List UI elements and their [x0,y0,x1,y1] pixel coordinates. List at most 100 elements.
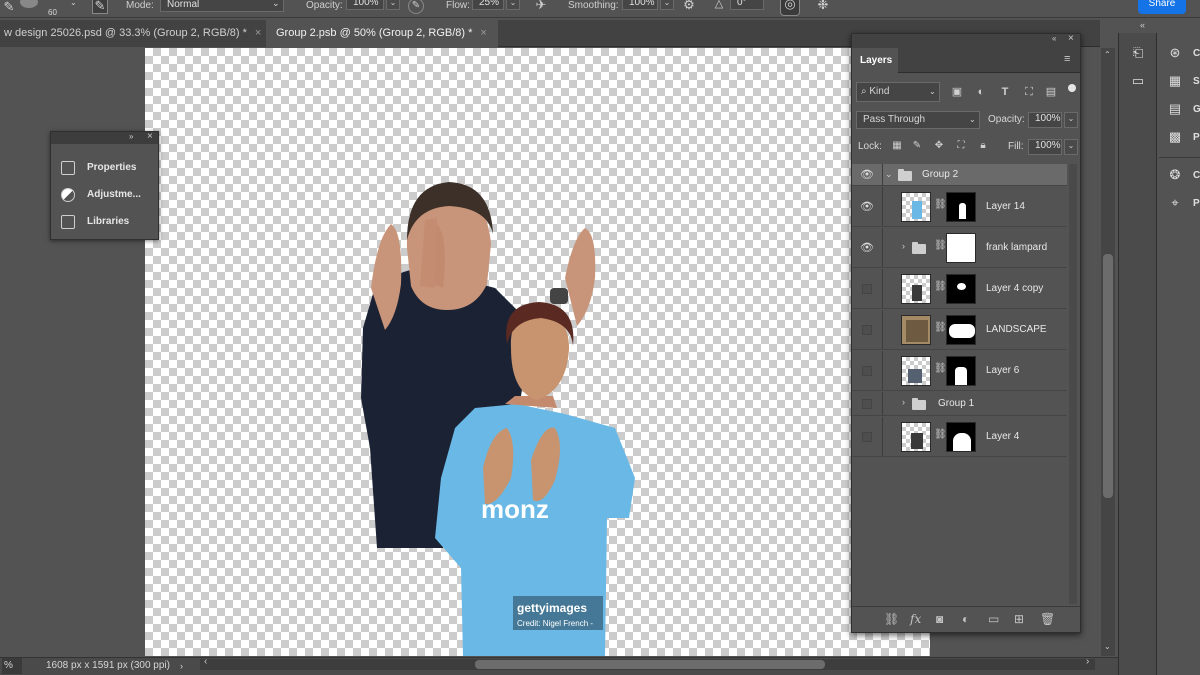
horizontal-scroll-thumb[interactable] [475,660,825,669]
swatches-icon[interactable]: ▦ [1167,73,1183,89]
scroll-right-icon[interactable]: › [1086,656,1089,667]
smoothing-dropdown-icon[interactable]: ⌄ [660,0,674,10]
layer-row-frank-lampard[interactable]: 👁︎ › ⛓︎ frank lampard [852,228,1067,268]
layer-mask-thumbnail[interactable] [946,192,976,222]
opacity-dropdown-icon[interactable]: ⌄ [1064,112,1078,128]
status-menu-icon[interactable]: › [180,658,183,674]
link-layers-icon[interactable]: ⛓︎ [884,612,899,626]
new-adjustment-icon[interactable]: ◐ [962,612,969,626]
collapse-panels-icon[interactable]: « [1140,20,1154,32]
flow-field[interactable]: 25% [472,0,504,10]
brush-size-dropdown-icon[interactable]: ⌄ [70,0,77,7]
link-icon[interactable]: ⛓︎ [934,199,947,210]
chevron-down-icon[interactable]: ⌄ [885,169,893,180]
panel-menu-icon[interactable]: ≡ [1064,53,1070,65]
color-icon[interactable]: ⊛ [1167,45,1183,61]
paths-icon[interactable]: ⌖ [1167,195,1183,211]
link-icon[interactable]: ⛓︎ [934,429,947,440]
link-icon[interactable]: ⛓︎ [934,240,947,251]
canvas-horizontal-scrollbar[interactable]: ‹ › [200,656,1095,670]
panel-label-paths[interactable]: P [1193,198,1200,209]
fill-dropdown-icon[interactable]: ⌄ [1064,139,1078,155]
eye-icon[interactable]: 👁︎ [860,168,874,182]
layers-panel-topbar[interactable]: « × [852,33,1080,48]
lock-artboard-icon[interactable]: ⛶ [952,139,970,155]
filter-adjustment-icon[interactable]: ◐ [972,85,990,101]
tab-layers[interactable]: Layers [852,48,898,73]
visibility-toggle[interactable] [862,325,872,335]
eye-icon[interactable]: 👁︎ [860,241,874,255]
patterns-icon[interactable]: ▩ [1167,129,1183,145]
opacity-dropdown-icon[interactable]: ⌄ [386,0,400,10]
new-layer-icon[interactable]: ⊞ [1014,612,1024,626]
layer-row-layer-4-copy[interactable]: ⛓︎ Layer 4 copy [852,269,1067,309]
eye-icon[interactable]: 👁︎ [860,200,874,214]
properties-panel-button[interactable]: Properties [59,158,155,178]
gradients-icon[interactable]: ▤ [1167,101,1183,117]
collapse-icon[interactable]: « [1052,34,1056,43]
panel-label-swatches[interactable]: S [1193,76,1200,87]
visibility-toggle[interactable] [862,284,872,294]
layer-mask-thumbnail[interactable] [946,233,976,263]
smoothing-field[interactable]: 100% [622,0,658,10]
opacity-field[interactable]: 100% [346,0,384,10]
document-canvas[interactable]: monz gettyimages Credit: Nigel French - [145,48,930,656]
libraries-panel-button[interactable]: Libraries [59,212,155,232]
lock-transparent-icon[interactable]: ▦ [888,139,906,155]
trash-icon[interactable]: 🗑︎ [1040,612,1055,626]
filter-type-icon[interactable]: T [996,85,1014,101]
visibility-toggle[interactable] [862,366,872,376]
brush-tool-icon[interactable]: ✎ [0,0,18,16]
lock-position-icon[interactable]: ✥ [930,139,948,155]
panel-label-patterns[interactable]: P [1193,132,1200,143]
canvas-vertical-scrollbar[interactable]: ⌃ ⌄ [1101,48,1115,656]
layer-mask-thumbnail[interactable] [946,422,976,452]
add-mask-icon[interactable]: ◙ [936,612,943,626]
mode-select[interactable]: Normal [160,0,284,12]
layer-row-layer-6[interactable]: ⛓︎ Layer 6 [852,351,1067,391]
symmetry-icon[interactable]: ❉ [814,0,832,14]
comments-icon[interactable]: ▭ [1130,73,1146,89]
layer-row-group-1[interactable]: › Group 1 [852,392,1067,416]
share-button[interactable]: Share [1138,0,1186,14]
angle-field[interactable]: 0° [730,0,764,10]
panel-label-channels[interactable]: C [1193,170,1200,181]
chevron-right-icon[interactable]: › [902,241,905,251]
layer-row-group-2[interactable]: 👁︎ ⌄ Group 2 [852,164,1067,186]
pressure-opacity-icon[interactable]: ✎ [408,0,424,14]
gear-icon[interactable]: ⚙ [680,0,698,14]
fill-field[interactable]: 100% [1028,139,1062,155]
layer-mask-thumbnail[interactable] [946,315,976,345]
tab-group2-psb[interactable]: Group 2.psb @ 50% (Group 2, RGB/8) * × [266,20,498,47]
link-icon[interactable]: ⛓︎ [934,281,947,292]
filter-smartobject-icon[interactable]: ▤ [1042,85,1060,101]
filter-kind-select[interactable]: ⌕ Kind ⌄ [856,82,940,102]
blend-mode-select[interactable]: Pass Through ⌄ [856,111,980,129]
close-icon[interactable]: × [1068,33,1074,44]
close-icon[interactable]: × [255,27,261,39]
channels-icon[interactable]: ❂ [1167,167,1183,183]
layer-row-landscape[interactable]: ⛓︎ LANDSCAPE [852,310,1067,350]
close-icon[interactable]: × [480,27,486,39]
layer-row-layer-4[interactable]: ⛓︎ Layer 4 [852,417,1067,457]
brush-preview-icon[interactable] [20,0,38,8]
filter-shape-icon[interactable]: ⛶ [1020,85,1038,101]
visibility-toggle[interactable] [862,432,872,442]
scroll-up-icon[interactable]: ⌃ [1104,50,1111,59]
lock-pixels-icon[interactable]: ✎ [908,139,926,155]
brush-settings-icon[interactable]: ✎ [92,0,108,14]
pressure-size-icon[interactable]: ◎ [780,0,800,16]
link-icon[interactable]: ⛓︎ [934,363,947,374]
airbrush-icon[interactable]: ✈ [532,0,550,14]
close-icon[interactable]: × [147,131,153,142]
layer-mask-thumbnail[interactable] [946,356,976,386]
collapse-icon[interactable]: » [129,132,133,141]
adjustments-panel-button[interactable]: Adjustme... [59,185,155,205]
filter-pixel-icon[interactable]: ▣ [948,85,966,101]
scroll-left-icon[interactable]: ‹ [204,656,207,667]
zoom-field[interactable]: % [2,658,22,674]
layer-mask-thumbnail[interactable] [946,274,976,304]
tab-design-psd[interactable]: w design 25026.psd @ 33.3% (Group 2, RGB… [0,20,266,47]
layers-scrollbar[interactable] [1069,164,1077,604]
filter-toggle-icon[interactable] [1068,84,1076,92]
